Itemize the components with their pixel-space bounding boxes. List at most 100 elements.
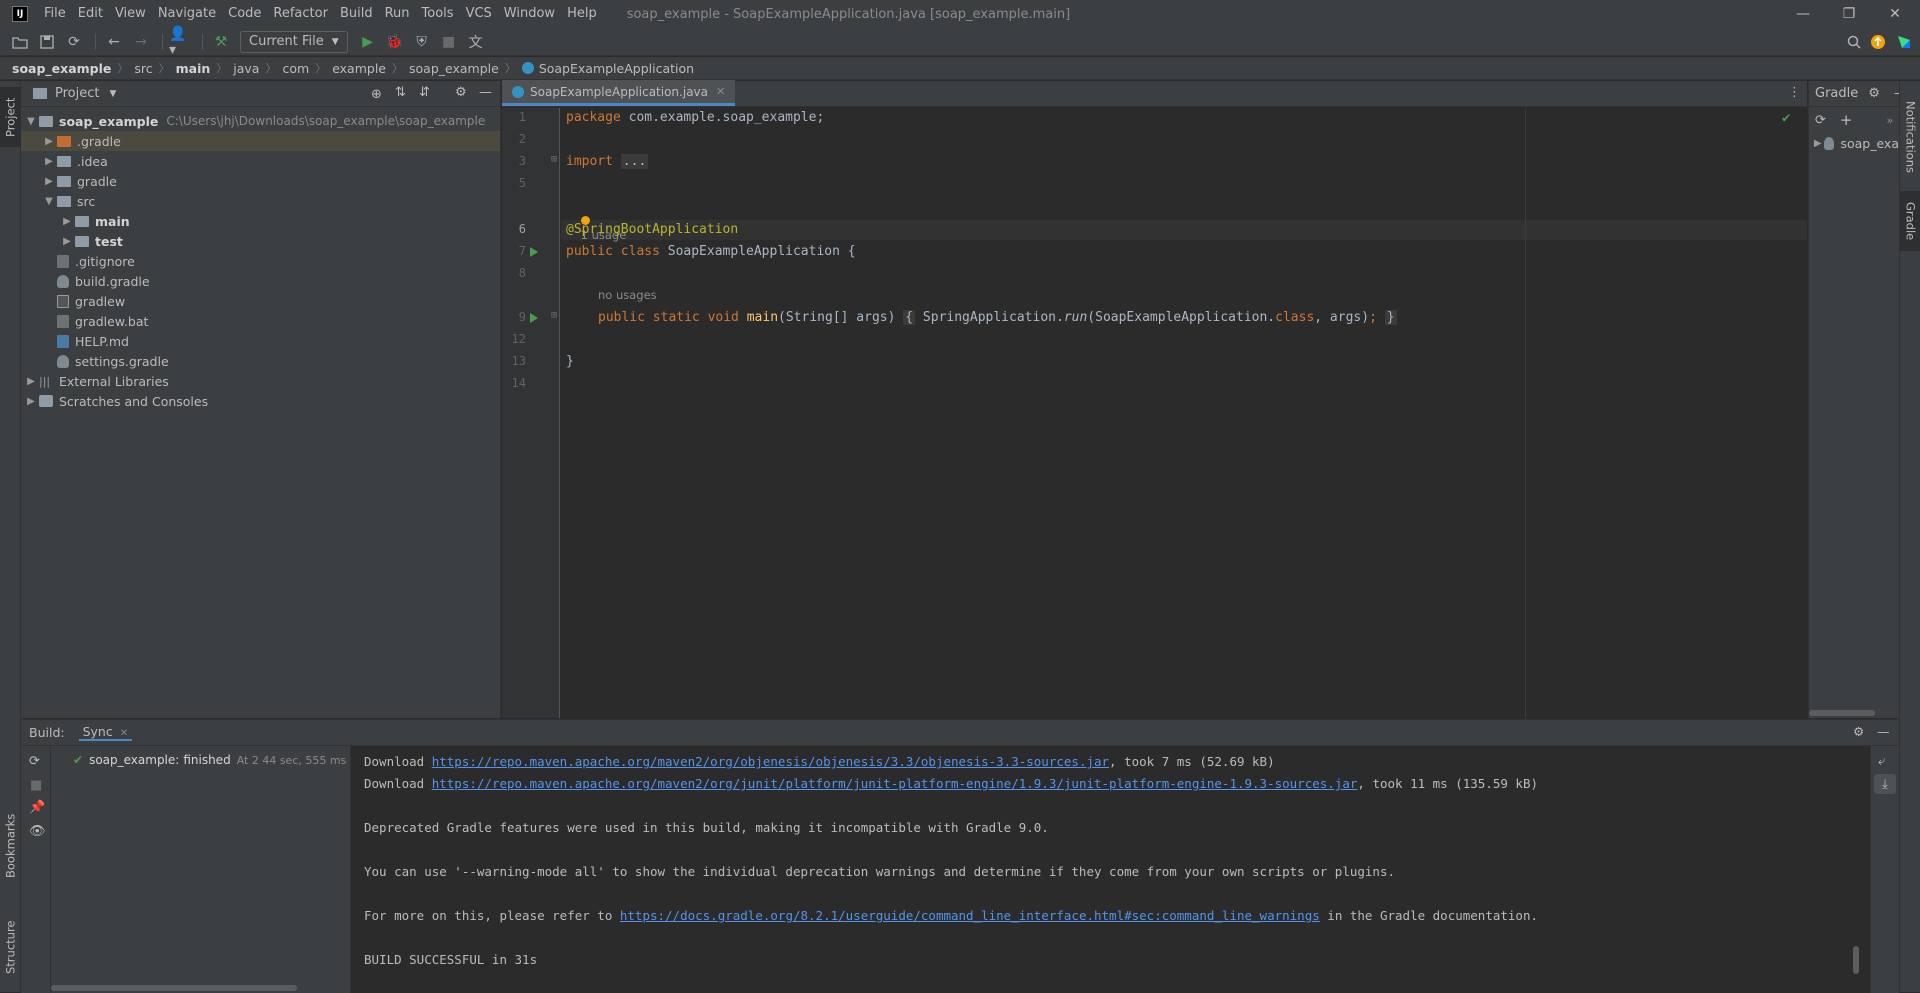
fold-icon[interactable]: ⊞	[551, 154, 557, 165]
collapsed-arrow-icon[interactable]: ▶	[23, 396, 39, 407]
open-folder-icon[interactable]	[8, 31, 32, 53]
more-tabs-icon[interactable]: ⋮	[1788, 85, 1801, 100]
console-link[interactable]: https://docs.gradle.org/8.2.1/userguide/…	[620, 908, 1320, 923]
collapsed-arrow-icon[interactable]: ▶	[59, 236, 75, 247]
tree-item-main[interactable]: ▶ main	[21, 211, 500, 231]
more-actions-icon[interactable]: »	[1886, 114, 1893, 127]
horizontal-scrollbar[interactable]	[1809, 710, 1875, 716]
collapsed-arrow-icon[interactable]: ▶	[41, 176, 57, 187]
translate-icon[interactable]: 文	[464, 31, 488, 53]
tree-item-src[interactable]: ▼ src	[21, 191, 500, 211]
sync-icon[interactable]: ⟳	[62, 31, 86, 53]
build-status-row[interactable]: ✔ soap_example: finished At 2 44 sec, 55…	[51, 750, 350, 770]
expanded-arrow-icon[interactable]: ▼	[23, 116, 39, 127]
menu-tools[interactable]: Tools	[416, 0, 460, 28]
project-panel-title[interactable]: Project	[55, 86, 99, 101]
menu-build[interactable]: Build	[334, 0, 379, 28]
run-gutter-icon[interactable]	[530, 247, 538, 257]
gear-icon[interactable]: ⚙	[1868, 86, 1880, 101]
vcs-user-icon[interactable]: 👤▾	[169, 26, 193, 58]
menu-run[interactable]: Run	[379, 0, 416, 28]
breadcrumb-item[interactable]: com	[282, 61, 309, 76]
tree-item-help-md[interactable]: HELP.md	[21, 331, 500, 351]
tree-item-idea[interactable]: ▶ .idea	[21, 151, 500, 171]
debug-icon[interactable]: 🐞	[383, 31, 407, 53]
minimize-button[interactable]: —	[1780, 0, 1826, 28]
menu-navigate[interactable]: Navigate	[152, 0, 222, 28]
reload-gradle-icon[interactable]: ⟳	[1815, 113, 1826, 128]
tree-item-gradlew[interactable]: gradlew	[21, 291, 500, 311]
eye-icon[interactable]: 👁	[29, 824, 46, 839]
folded-imports[interactable]: ...	[620, 154, 649, 169]
gradle-tool-tab[interactable]: Gradle	[1900, 191, 1920, 251]
pin-icon[interactable]: 📌	[29, 800, 45, 815]
breadcrumb-item[interactable]: example	[332, 61, 386, 76]
soft-wrap-icon[interactable]: ⤶	[1878, 754, 1885, 769]
menu-window[interactable]: Window	[498, 0, 561, 28]
breadcrumb-item[interactable]: soap_example	[409, 61, 499, 76]
gear-icon[interactable]: ⚙	[455, 85, 467, 100]
tree-item-gradle-dir[interactable]: ▶ .gradle	[21, 131, 500, 151]
scroll-to-end-icon[interactable]: ⤓	[1874, 774, 1896, 794]
tree-item-settings-gradle[interactable]: settings.gradle	[21, 351, 500, 371]
console-link[interactable]: https://repo.maven.apache.org/maven2/org…	[432, 776, 1358, 791]
add-icon[interactable]: +	[1840, 111, 1853, 129]
horizontal-scrollbar[interactable]	[51, 985, 297, 991]
build-console[interactable]: Download https://repo.maven.apache.org/m…	[352, 746, 1870, 993]
build-hammer-icon[interactable]: ⚒	[209, 31, 233, 53]
menu-view[interactable]: View	[109, 0, 152, 28]
menu-vcs[interactable]: VCS	[460, 0, 498, 28]
tree-item-test[interactable]: ▶ test	[21, 231, 500, 251]
console-link[interactable]: https://repo.maven.apache.org/maven2/org…	[432, 754, 1109, 769]
menu-refactor[interactable]: Refactor	[267, 0, 334, 28]
collapsed-arrow-icon[interactable]: ▶	[23, 376, 39, 387]
chevron-down-icon[interactable]: ▼	[109, 89, 116, 99]
stop-icon[interactable]: ■	[30, 778, 42, 793]
collapse-all-icon[interactable]: ⇵	[419, 85, 430, 100]
collapsed-arrow-icon[interactable]: ▶	[41, 136, 57, 147]
no-problems-check-icon[interactable]: ✔	[1782, 110, 1790, 126]
jetbrains-toolbox-icon[interactable]	[1892, 31, 1916, 53]
tree-item-scratches[interactable]: ▶ Scratches and Consoles	[21, 391, 500, 411]
hide-panel-icon[interactable]: —	[479, 85, 492, 100]
close-tab-icon[interactable]: ✕	[716, 85, 725, 98]
run-config-dropdown[interactable]: Current File ▼	[240, 30, 348, 53]
tree-item-gradle[interactable]: ▶ gradle	[21, 171, 500, 191]
run-gutter-icon[interactable]	[530, 313, 538, 323]
vertical-scrollbar[interactable]	[1853, 946, 1859, 974]
notifications-tool-tab[interactable]: Notifications	[1900, 87, 1920, 187]
project-tool-tab[interactable]: Project	[0, 87, 21, 147]
update-icon[interactable]	[1866, 31, 1890, 53]
restore-button[interactable]: ❐	[1826, 0, 1872, 28]
editor-tab-active[interactable]: SoapExampleApplication.java ✕	[502, 80, 736, 106]
tab-sync[interactable]: Sync ✕	[78, 724, 133, 741]
menu-file[interactable]: File	[38, 0, 72, 28]
collapsed-arrow-icon[interactable]: ▶	[41, 156, 57, 167]
bookmarks-tool-tab[interactable]: Bookmarks	[0, 801, 21, 891]
expand-all-icon[interactable]: ⇅	[395, 85, 406, 100]
tree-item-build-gradle[interactable]: build.gradle	[21, 271, 500, 291]
collapsed-arrow-icon[interactable]: ▶	[1811, 138, 1824, 149]
back-arrow-icon[interactable]: ←	[102, 31, 126, 53]
expanded-arrow-icon[interactable]: ▼	[41, 196, 57, 207]
tree-root[interactable]: ▼ soap_example C:\Users\jhj\Downloads\so…	[21, 111, 500, 131]
no-usages-hint[interactable]: no usages	[598, 288, 657, 302]
breadcrumb-item[interactable]: SoapExampleApplication	[539, 61, 694, 76]
tree-item-gitignore[interactable]: .gitignore	[21, 251, 500, 271]
hide-panel-icon[interactable]: —	[1877, 724, 1890, 739]
fold-brace[interactable]: {	[903, 310, 916, 325]
stop-icon[interactable]: ■	[437, 31, 461, 53]
code-editor[interactable]: 1 2 3 5 6 7 8 9 12 13 14 ⊞ ⊞ package com…	[502, 108, 1807, 718]
close-tab-icon[interactable]: ✕	[120, 728, 128, 739]
breadcrumb-item[interactable]: main	[176, 61, 211, 76]
sync-icon[interactable]: ⟳	[29, 754, 40, 769]
menu-edit[interactable]: Edit	[72, 0, 109, 28]
menu-code[interactable]: Code	[222, 0, 267, 28]
coverage-icon[interactable]: ⛨	[410, 31, 434, 53]
gradle-tree-item[interactable]: ▶ soap_exa	[1809, 133, 1899, 153]
breadcrumb-item[interactable]: src	[134, 61, 152, 76]
fold-brace[interactable]: }	[1384, 310, 1397, 325]
search-everywhere-icon[interactable]	[1842, 31, 1866, 53]
breadcrumb-item[interactable]: soap_example	[12, 61, 111, 76]
fold-icon[interactable]: ⊞	[551, 310, 557, 321]
